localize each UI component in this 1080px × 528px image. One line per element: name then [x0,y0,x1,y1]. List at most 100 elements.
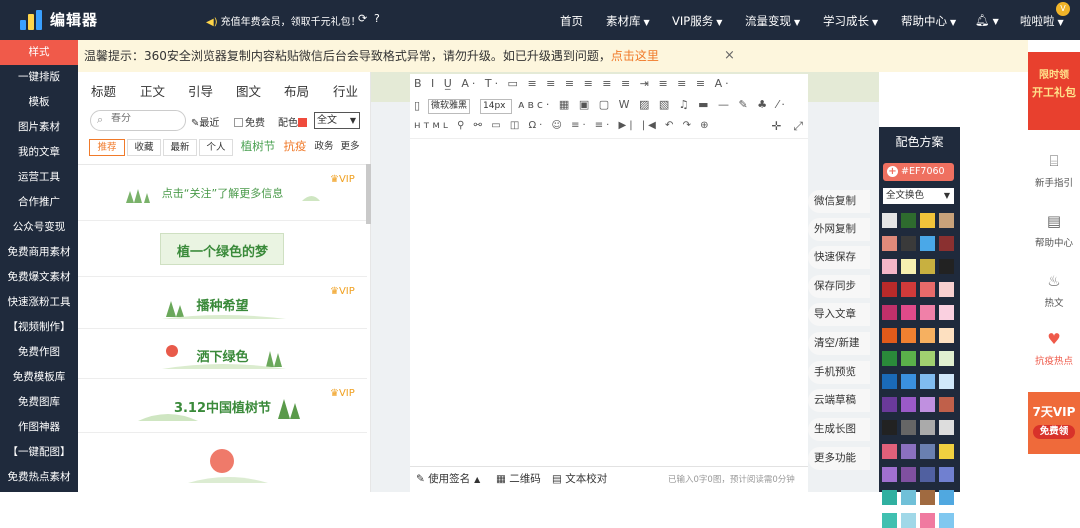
sidebar-item-my-articles[interactable]: 我的文章 [0,140,78,165]
color-swatch[interactable] [939,374,954,389]
nav-learning[interactable]: 学习成长 ▼ [823,13,878,29]
color-swatch[interactable] [920,351,935,366]
nav-home[interactable]: 首页 [560,13,583,29]
color-swatch[interactable] [901,374,916,389]
proofread-button[interactable]: ▤ 文本校对 [552,467,607,491]
color-swatch[interactable] [882,351,897,366]
color-swatch[interactable] [882,444,897,459]
color-swatch[interactable] [920,513,935,528]
nav-materials[interactable]: 素材库 ▼ [606,13,650,29]
color-swatch[interactable] [939,328,954,343]
toolbar-row-format[interactable]: B I U̲ A· T· ▭ ≡ ≡ ≡ ≡ ≡ ≡ ⇥ ≡ ≡ ≡ A· [414,77,732,90]
right-item-epidemic[interactable]: ♥ 抗疫热点 [1028,330,1080,367]
color-swatch[interactable] [920,305,935,320]
tab-body[interactable]: 正文 [140,81,165,100]
sidebar-item-auto-image[interactable]: 【一键配图】 [0,440,78,465]
sidebar-item-images[interactable]: 图片素材 [0,115,78,140]
scope-select[interactable]: 全文 ▼ [314,112,360,129]
template-search[interactable]: ⌕ [90,110,186,131]
color-swatch[interactable] [920,282,935,297]
color-swatch[interactable] [939,397,954,412]
color-swatch[interactable] [920,259,935,274]
color-swatch[interactable] [920,213,935,228]
sidebar-item-template-lib[interactable]: 免费模板库 [0,365,78,390]
color-swatch[interactable] [901,236,916,251]
color-swatch[interactable] [939,351,954,366]
nav-help[interactable]: 帮助中心 ▼ [901,13,956,29]
document-icon[interactable]: ▯ [414,99,420,112]
tab-guide[interactable]: 引导 [188,81,213,100]
action-quick-save[interactable]: 快速保存 [808,246,870,269]
color-swatch[interactable] [939,444,954,459]
tab-image-text[interactable]: 图文 [236,81,261,100]
color-swatch[interactable] [901,351,916,366]
qrcode-button[interactable]: ▦ 二维码 [496,467,541,491]
color-swatch[interactable] [882,236,897,251]
sidebar-item-layout[interactable]: 一键排版 [0,65,78,90]
refresh-icon[interactable]: ⟳ [358,12,367,25]
recent-filter[interactable]: ✎最近 [191,114,219,129]
action-mobile-preview[interactable]: 手机预览 [808,361,870,384]
color-swatch[interactable] [901,305,916,320]
color-swatch[interactable] [939,236,954,251]
expand-icon[interactable]: ✛ ⤢ [772,119,807,134]
category-more[interactable]: 更多 [337,139,363,156]
color-swatch[interactable] [939,305,954,320]
color-swatch[interactable] [920,490,935,505]
color-swatch[interactable] [920,397,935,412]
editor-canvas[interactable] [410,138,808,466]
right-item-guide[interactable]: ⌸ 新手指引 [1028,152,1080,189]
color-swatch[interactable] [939,513,954,528]
help-icon[interactable]: ? [374,12,380,25]
sidebar-item-monetize[interactable]: 公众号变现 [0,215,78,240]
action-wechat-copy[interactable]: 微信复制 [808,190,870,213]
color-swatch[interactable] [901,259,916,274]
category-personal[interactable]: 个人 [199,139,233,156]
nav-vip[interactable]: VIP服务 ▼ [672,13,722,29]
color-swatch[interactable] [939,420,954,435]
color-filter[interactable]: 配色 [278,114,307,129]
notification-button[interactable]: 🔔︎ ▼ [975,13,999,27]
color-swatch[interactable] [901,397,916,412]
color-swatch[interactable] [882,374,897,389]
sidebar-item-ops-tools[interactable]: 运营工具 [0,165,78,190]
category-latest[interactable]: 最新 [163,139,197,156]
action-cloud-draft[interactable]: 云端草稿 [808,389,870,412]
close-icon[interactable]: × [724,40,735,72]
sidebar-item-template[interactable]: 模板 [0,90,78,115]
color-swatch[interactable] [901,420,916,435]
color-swatch[interactable] [882,213,897,228]
color-swatch[interactable] [920,444,935,459]
color-swatch[interactable] [882,513,897,528]
tab-title[interactable]: 标题 [91,81,116,100]
category-favorites[interactable]: 收藏 [127,139,161,156]
action-long-image[interactable]: 生成长图 [808,418,870,441]
template-card[interactable]: 洒下绿色 [78,329,367,379]
sidebar-item-hot-topics[interactable]: 免费热点素材 [0,465,78,490]
color-swatch[interactable] [882,305,897,320]
toolbar-row-insert[interactable]: ᴀʙᴄ· ▦ ▣ ▢ W ▨ ▧ ♫ ▬ — ✎ ♣ ⁄· [518,98,788,111]
sidebar-item-follower-tool[interactable]: 快速涨粉工具 [0,290,78,315]
color-swatch[interactable] [882,259,897,274]
right-item-help[interactable]: ▤ 帮助中心 [1028,212,1080,249]
color-swatch[interactable] [882,282,897,297]
font-family-select[interactable]: 微软雅黑 [428,99,470,114]
tab-layout[interactable]: 布局 [284,81,309,100]
sidebar-item-free-commercial[interactable]: 免费商用素材 [0,240,78,265]
notice-link[interactable]: 点击这里 [611,49,659,63]
color-swatch[interactable] [939,282,954,297]
template-card[interactable] [78,433,367,493]
free-filter[interactable]: 免费 [234,114,265,129]
signature-button[interactable]: ✎ 使用签名 ▲ [416,467,480,492]
color-swatch[interactable] [920,420,935,435]
category-recommend[interactable]: 推荐 [89,139,125,156]
color-swatch[interactable] [901,328,916,343]
action-web-copy[interactable]: 外网复制 [808,218,870,241]
color-swatch[interactable] [901,513,916,528]
color-swatch[interactable] [882,328,897,343]
sidebar-item-image-lib[interactable]: 免费图库 [0,390,78,415]
logo[interactable]: 编辑器 [20,9,98,30]
sidebar-item-design-tool[interactable]: 作图神器 [0,415,78,440]
action-clear-new[interactable]: 清空/新建 [808,332,870,355]
color-swatch[interactable] [882,490,897,505]
